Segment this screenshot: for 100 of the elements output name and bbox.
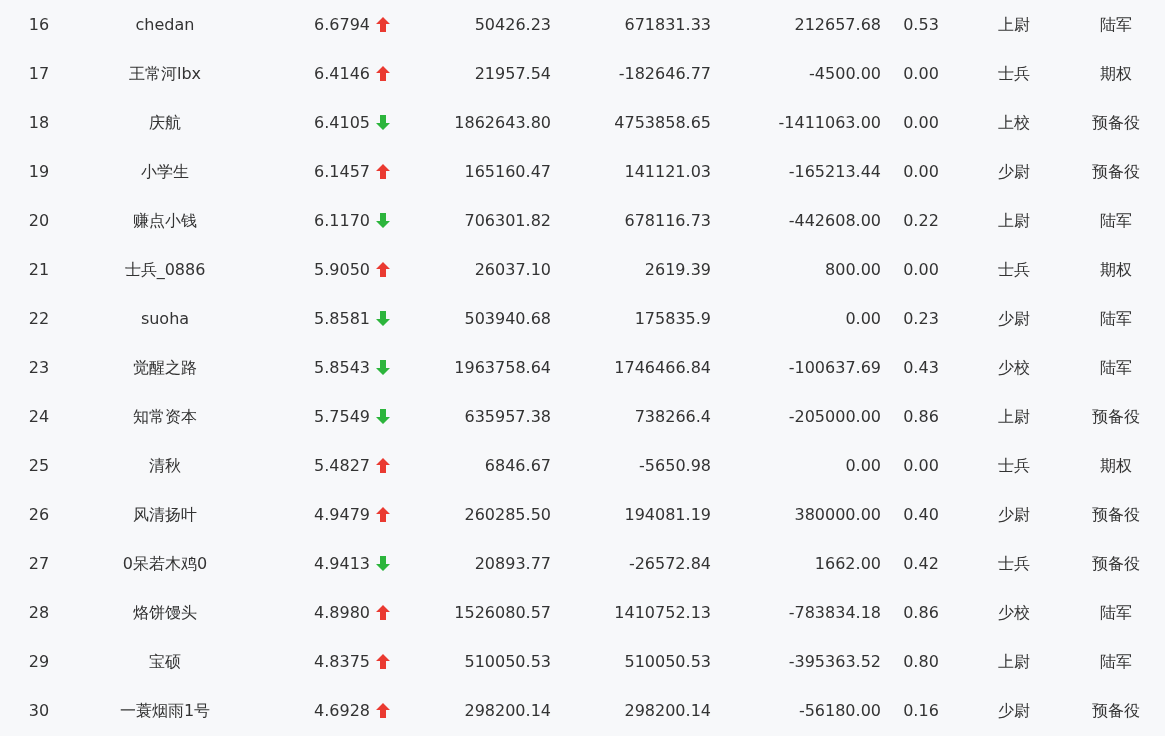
value-cell: 1862643.80 xyxy=(454,112,551,132)
score-cell: 5.8581 xyxy=(314,308,370,328)
score-cell: 6.4105 xyxy=(314,112,370,132)
value-cell: 6846.67 xyxy=(484,455,551,475)
rank-cell: 20 xyxy=(28,210,50,230)
ratio-cell: 0.42 xyxy=(903,553,939,573)
value-cell: -4500.00 xyxy=(809,63,881,83)
up-arrow-icon xyxy=(376,17,390,32)
value-cell: 26037.10 xyxy=(474,259,551,279)
score-cell: 5.4827 xyxy=(314,455,370,475)
ratio-cell: 0.16 xyxy=(903,700,939,720)
score-cell: 6.1457 xyxy=(314,161,370,181)
name-cell: 一蓑烟雨1号 xyxy=(119,700,211,720)
ratio-cell: 0.40 xyxy=(903,504,939,524)
score-cell: 4.8375 xyxy=(314,651,370,671)
category-cell: 预备役 xyxy=(1092,112,1140,132)
name-cell: 清秋 xyxy=(149,455,181,475)
score-cell: 4.9479 xyxy=(314,504,370,524)
value-cell: -783834.18 xyxy=(788,602,881,622)
ratio-cell: 0.86 xyxy=(903,602,939,622)
value-cell: -442608.00 xyxy=(788,210,881,230)
value-cell: 20893.77 xyxy=(474,553,551,573)
value-cell: 0.00 xyxy=(845,455,881,475)
value-cell: 380000.00 xyxy=(794,504,881,524)
score-cell: 5.7549 xyxy=(314,406,370,426)
down-arrow-icon xyxy=(376,409,390,424)
down-arrow-icon xyxy=(376,311,390,326)
up-arrow-icon xyxy=(376,164,390,179)
rank-cell: 24 xyxy=(28,406,50,426)
value-cell: -182646.77 xyxy=(618,63,711,83)
grade-cell: 上尉 xyxy=(998,14,1030,34)
category-cell: 预备役 xyxy=(1092,406,1140,426)
rank-cell: 17 xyxy=(28,63,50,83)
grade-cell: 士兵 xyxy=(998,63,1030,83)
value-cell: 510050.53 xyxy=(464,651,551,671)
name-cell: 风清扬叶 xyxy=(133,504,197,524)
down-arrow-icon xyxy=(376,360,390,375)
grade-cell: 少尉 xyxy=(998,504,1030,524)
name-cell: chedan xyxy=(135,14,195,34)
rank-cell: 27 xyxy=(28,553,50,573)
score-cell: 4.9413 xyxy=(314,553,370,573)
value-cell: 141121.03 xyxy=(624,161,711,181)
name-cell: 王常河lbx xyxy=(128,63,202,83)
category-cell: 期权 xyxy=(1100,455,1132,475)
rank-cell: 30 xyxy=(28,700,50,720)
category-cell: 预备役 xyxy=(1092,553,1140,573)
value-cell: 175835.9 xyxy=(634,308,711,328)
score-cell: 6.4146 xyxy=(314,63,370,83)
name-cell: 宝硕 xyxy=(149,651,181,671)
grade-cell: 少尉 xyxy=(998,700,1030,720)
down-arrow-icon xyxy=(376,213,390,228)
grade-cell: 士兵 xyxy=(998,259,1030,279)
up-arrow-icon xyxy=(376,703,390,718)
grade-cell: 士兵 xyxy=(998,455,1030,475)
score-cell: 4.8980 xyxy=(314,602,370,622)
ratio-cell: 0.00 xyxy=(903,455,939,475)
value-cell: 2619.39 xyxy=(644,259,711,279)
value-cell: 165160.47 xyxy=(464,161,551,181)
category-cell: 期权 xyxy=(1100,259,1132,279)
value-cell: 706301.82 xyxy=(464,210,551,230)
value-cell: -26572.84 xyxy=(628,553,711,573)
name-cell: 庆航 xyxy=(149,112,181,132)
category-cell: 陆军 xyxy=(1100,651,1132,671)
up-arrow-icon xyxy=(376,262,390,277)
ratio-cell: 0.80 xyxy=(903,651,939,671)
score-cell: 5.8543 xyxy=(314,357,370,377)
category-cell: 陆军 xyxy=(1100,210,1132,230)
rank-cell: 29 xyxy=(28,651,50,671)
value-cell: 0.00 xyxy=(845,308,881,328)
rank-cell: 26 xyxy=(28,504,50,524)
value-cell: 194081.19 xyxy=(624,504,711,524)
value-cell: 21957.54 xyxy=(474,63,551,83)
rank-cell: 22 xyxy=(28,308,50,328)
grade-cell: 少校 xyxy=(998,357,1030,377)
value-cell: 298200.14 xyxy=(464,700,551,720)
category-cell: 陆军 xyxy=(1100,602,1132,622)
grade-cell: 上尉 xyxy=(998,210,1030,230)
category-cell: 陆军 xyxy=(1100,357,1132,377)
value-cell: 503940.68 xyxy=(464,308,551,328)
value-cell: 298200.14 xyxy=(624,700,711,720)
name-cell: 知常资本 xyxy=(133,406,197,426)
category-cell: 期权 xyxy=(1100,63,1132,83)
value-cell: -395363.52 xyxy=(788,651,881,671)
up-arrow-icon xyxy=(376,458,390,473)
ratio-cell: 0.00 xyxy=(903,112,939,132)
value-cell: -56180.00 xyxy=(798,700,881,720)
value-cell: -165213.44 xyxy=(788,161,881,181)
value-cell: 738266.4 xyxy=(634,406,711,426)
name-cell: 赚点小钱 xyxy=(133,210,197,230)
rank-cell: 19 xyxy=(28,161,50,181)
value-cell: 212657.68 xyxy=(794,14,881,34)
value-cell: 678116.73 xyxy=(624,210,711,230)
score-cell: 6.6794 xyxy=(314,14,370,34)
name-cell: 觉醒之路 xyxy=(133,357,197,377)
grade-cell: 上尉 xyxy=(998,651,1030,671)
category-cell: 预备役 xyxy=(1092,504,1140,524)
value-cell: -1411063.00 xyxy=(778,112,881,132)
value-cell: 50426.23 xyxy=(474,14,551,34)
ratio-cell: 0.23 xyxy=(903,308,939,328)
score-cell: 4.6928 xyxy=(314,700,370,720)
